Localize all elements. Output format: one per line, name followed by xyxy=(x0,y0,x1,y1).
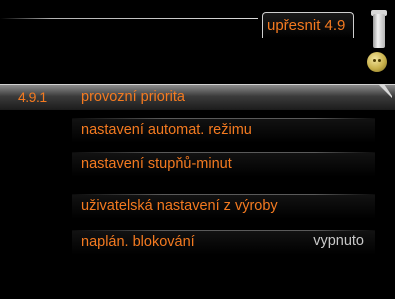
control-panel-screen: upřesnit 4.9 4.9.1 provozní priorita nas… xyxy=(0,0,395,299)
menu-item-label: naplán. blokování xyxy=(81,234,195,250)
scrollbar-icon[interactable] xyxy=(373,14,385,48)
menu-item-naplan-blokovani[interactable]: naplán. blokování vypnuto xyxy=(0,230,395,256)
menu-item-label: uživatelská nastavení z výroby xyxy=(81,198,278,214)
header-divider xyxy=(0,18,258,19)
menu-item-uzivatelska-nastaveni[interactable]: uživatelská nastavení z výroby xyxy=(0,194,395,220)
menu-item-nastaveni-automat-rezimu[interactable]: nastavení automat. režimu xyxy=(0,118,395,144)
menu-item-provozni-priorita[interactable]: 4.9.1 provozní priorita xyxy=(0,84,395,110)
menu-item-label: provozní priorita xyxy=(81,89,185,105)
page-title: upřesnit 4.9 xyxy=(262,12,354,38)
menu-item-value: vypnuto xyxy=(313,233,364,249)
menu-item-label: nastavení stupňů-minut xyxy=(81,156,232,172)
smiley-status-icon xyxy=(367,52,387,72)
menu-item-label: nastavení automat. režimu xyxy=(81,122,252,138)
selection-corner-icon xyxy=(378,84,392,98)
menu-item-number: 4.9.1 xyxy=(18,89,47,105)
menu-item-nastaveni-stupnu-minut[interactable]: nastavení stupňů-minut xyxy=(0,152,395,178)
